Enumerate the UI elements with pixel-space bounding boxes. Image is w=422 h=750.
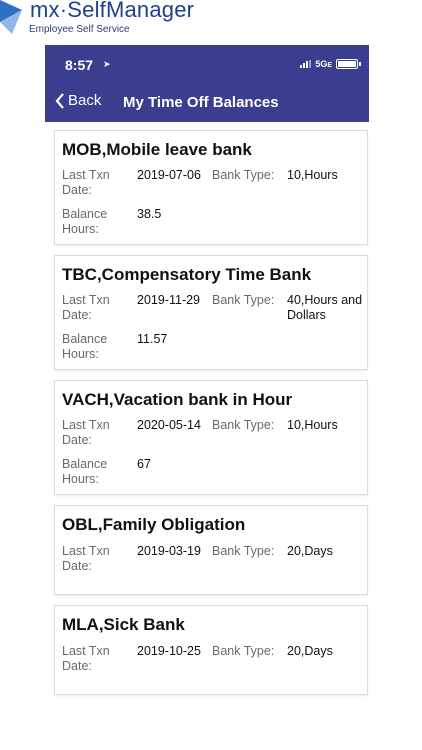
- bank-card-tbc[interactable]: TBC,Compensatory Time Bank Last Txn Date…: [54, 255, 368, 370]
- balance-label: Balance Hours:: [62, 332, 108, 361]
- status-time: 8:57: [65, 57, 94, 73]
- bank-type-label: Bank Type:: [212, 418, 275, 432]
- bank-type-label: Bank Type:: [212, 168, 275, 182]
- balance-label: Balance Hours:: [62, 207, 108, 236]
- bank-title: VACH,Vacation bank in Hour: [62, 390, 293, 409]
- balance-value: 67: [137, 457, 151, 471]
- last-txn-label: Last Txn Date:: [62, 168, 110, 197]
- status-indicators: 5GE: [300, 59, 361, 69]
- brand-name: mx·SelfManager: [30, 0, 195, 22]
- bank-title: TBC,Compensatory Time Bank: [62, 265, 312, 284]
- last-txn-value: 2019-03-19: [137, 544, 201, 558]
- balance-label: Balance Hours:: [62, 457, 108, 486]
- last-txn-label: Last Txn Date:: [62, 644, 110, 673]
- balance-value: 38.5: [137, 207, 162, 221]
- app-header: 8:57 ➤ 5GE Back My Time Off Balances: [45, 45, 369, 122]
- bank-title: MLA,Sick Bank: [62, 615, 185, 634]
- network-label: 5GE: [315, 59, 332, 69]
- page-title: My Time Off Balances: [123, 94, 279, 111]
- bank-type-label: Bank Type:: [212, 544, 275, 558]
- bank-card-mob[interactable]: MOB,Mobile leave bank Last Txn Date: 201…: [54, 130, 368, 245]
- last-txn-label: Last Txn Date:: [62, 418, 110, 447]
- last-txn-label: Last Txn Date:: [62, 293, 110, 322]
- battery-tip: [359, 62, 361, 66]
- bank-card-mla[interactable]: MLA,Sick Bank Last Txn Date: 2019-10-25 …: [54, 605, 368, 695]
- last-txn-value: 2020-05-14: [137, 418, 201, 432]
- bank-type-label: Bank Type:: [212, 293, 275, 307]
- location-arrow-icon: ➤: [103, 59, 111, 69]
- battery-icon: [336, 59, 358, 69]
- bank-type-value: 20,Days: [287, 644, 333, 658]
- bank-type-value: 40,Hours and Dollars: [287, 293, 363, 322]
- bank-type-value: 10,Hours: [287, 168, 338, 182]
- balance-value: 11.57: [137, 332, 168, 346]
- bank-type-value: 10,Hours: [287, 418, 338, 432]
- brand-subtitle: Employee Self Service: [29, 24, 130, 35]
- last-txn-value: 2019-07-06: [137, 168, 201, 182]
- last-txn-value: 2019-10-25: [137, 644, 201, 658]
- signal-icon: [300, 60, 312, 68]
- bank-type-label: Bank Type:: [212, 644, 275, 658]
- bank-card-obl[interactable]: OBL,Family Obligation Last Txn Date: 201…: [54, 505, 368, 595]
- back-button[interactable]: Back: [55, 92, 101, 109]
- bank-title: MOB,Mobile leave bank: [62, 140, 252, 159]
- last-txn-label: Last Txn Date:: [62, 544, 110, 573]
- last-txn-value: 2019-11-29: [137, 293, 201, 307]
- chevron-left-icon: [55, 92, 64, 109]
- bank-type-value: 20,Days: [287, 544, 333, 558]
- brand-logo-icon: [0, 0, 22, 34]
- bank-title: OBL,Family Obligation: [62, 515, 246, 534]
- back-label: Back: [68, 92, 102, 109]
- bank-card-vach[interactable]: VACH,Vacation bank in Hour Last Txn Date…: [54, 380, 368, 495]
- brand-header: mx·SelfManager Employee Self Service: [0, 0, 260, 40]
